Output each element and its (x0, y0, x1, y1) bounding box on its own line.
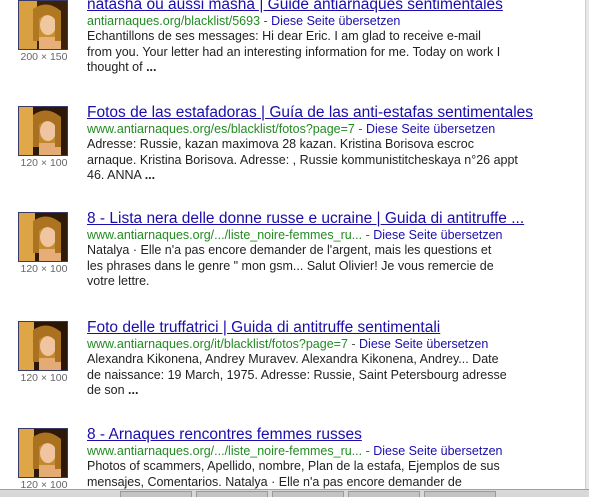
result-thumbnail-container: 200 × 150 (18, 0, 80, 63)
result-title-link[interactable]: Foto delle truffatrici | Guida di antitr… (87, 319, 587, 337)
url-separator: - (362, 228, 374, 242)
thumbnail-dimensions: 200 × 150 (20, 51, 68, 63)
result-url: www.antiarnaques.org/.../liste_noire-fem… (87, 444, 363, 458)
woman-photo-icon (19, 213, 67, 261)
snippet-line: de son ... (87, 383, 139, 397)
taskbar-button[interactable] (196, 491, 268, 497)
woman-photo-icon (19, 429, 67, 477)
woman-photo-icon (19, 1, 67, 49)
result-text: 8 - Arnaques rencontres femmes russes ww… (87, 426, 587, 490)
taskbar-button[interactable] (348, 491, 420, 497)
result-url: www.antiarnaques.org/it/blacklist/fotos?… (87, 337, 348, 351)
search-results-page: 200 × 150 natasha ou aussi masha | Guide… (0, 0, 589, 497)
taskbar-button[interactable] (272, 491, 344, 497)
result-thumbnail-container: 120 × 100 (18, 106, 80, 169)
translate-page-link[interactable]: Diese Seite übersetzen (271, 14, 400, 28)
thumbnail-dimensions: 120 × 100 (20, 157, 68, 169)
thumbnail-dimensions: 120 × 100 (20, 372, 68, 384)
snippet-line: Natalya · Elle n'a pas encore demander d… (87, 243, 492, 257)
translate-page-link[interactable]: Diese Seite übersetzen (373, 228, 502, 242)
result-thumbnail-image[interactable] (18, 321, 68, 371)
result-thumbnail-container: 120 × 100 (18, 428, 80, 491)
url-separator: - (260, 14, 272, 28)
result-thumbnail-image[interactable] (18, 428, 68, 478)
result-url-line: antiarnaques.org/blacklist/5693 - Diese … (87, 14, 587, 29)
snippet-line: from you. Your letter had an interesting… (87, 44, 501, 59)
result-text: 8 - Lista nera delle donne russe e ucrai… (87, 210, 587, 290)
snippet-line: Photos of scammers, Apellido, nombre, Pl… (87, 459, 500, 473)
result-thumbnail-container: 120 × 100 (18, 321, 80, 384)
translate-page-link[interactable]: Diese Seite übersetzen (359, 337, 488, 351)
thumbnail-dimensions: 120 × 100 (20, 263, 68, 275)
taskbar-button[interactable] (120, 491, 192, 497)
woman-photo-icon (19, 322, 67, 370)
snippet-line: 46. ANNA ... (87, 168, 156, 182)
snippet-ellipsis: ... (146, 60, 157, 74)
result-url: www.antiarnaques.org/.../liste_noire-fem… (87, 228, 363, 242)
result-title-link[interactable]: 8 - Arnaques rencontres femmes russes (87, 426, 587, 444)
snippet-line: arnaque. Kristina Borisova. Adresse: , R… (87, 152, 518, 167)
snippet-line: mensajes, Comentarios. Natalya · Elle n'… (87, 474, 462, 489)
url-separator: - (354, 122, 366, 136)
taskbar (0, 489, 589, 497)
result-title-link[interactable]: Fotos de las estafadoras | Guía de las a… (87, 104, 587, 122)
translate-page-link[interactable]: Diese Seite übersetzen (373, 444, 502, 458)
result-thumbnail-image[interactable] (18, 106, 68, 156)
result-url-line: www.antiarnaques.org/es/blacklist/fotos?… (87, 122, 587, 137)
snippet-ellipsis: ... (128, 383, 139, 397)
taskbar-button[interactable] (424, 491, 496, 497)
result-url-line: www.antiarnaques.org/it/blacklist/fotos?… (87, 337, 587, 352)
snippet-line: Alexandra Kikonena, Andrey Muravev. Alex… (87, 352, 499, 366)
result-thumbnail-container: 120 × 100 (18, 212, 80, 275)
url-separator: - (347, 337, 360, 351)
result-text: Fotos de las estafadoras | Guía de las a… (87, 104, 587, 184)
result-snippet: Adresse: Russie, kazan maximova 28 kazan… (87, 137, 557, 184)
snippet-line: thought of ... (87, 60, 157, 74)
result-url-line: www.antiarnaques.org/.../liste_noire-fem… (87, 444, 587, 459)
translate-page-link[interactable]: Diese Seite übersetzen (366, 122, 495, 136)
result-thumbnail-image[interactable] (18, 212, 68, 262)
result-thumbnail-image[interactable] (18, 0, 68, 50)
snippet-line: les phrases dans le genre " mon gsm... S… (87, 258, 494, 273)
url-separator: - (362, 444, 374, 458)
result-snippet: Echantillons de ses messages: Hi dear Er… (87, 29, 557, 76)
result-text: Foto delle truffatrici | Guida di antitr… (87, 319, 587, 399)
snippet-line: Adresse: Russie, kazan maximova 28 kazan… (87, 137, 474, 151)
snippet-ellipsis: ... (144, 168, 156, 182)
result-url-line: www.antiarnaques.org/.../liste_noire-fem… (87, 228, 587, 243)
window-right-edge (585, 0, 589, 489)
result-title-link[interactable]: 8 - Lista nera delle donne russe e ucrai… (87, 210, 587, 228)
result-url: antiarnaques.org/blacklist/5693 (87, 14, 261, 28)
woman-photo-icon (19, 107, 67, 155)
result-snippet: Photos of scammers, Apellido, nombre, Pl… (87, 459, 557, 490)
result-snippet: Alexandra Kikonena, Andrey Muravev. Alex… (87, 352, 557, 399)
result-text: natasha ou aussi masha | Guide antiarnaq… (87, 0, 587, 76)
result-snippet: Natalya · Elle n'a pas encore demander d… (87, 243, 557, 290)
result-url: www.antiarnaques.org/es/blacklist/fotos?… (87, 122, 355, 136)
snippet-line: Echantillons de ses messages: Hi dear Er… (87, 29, 481, 43)
snippet-line: de naissance: 19 March, 1975. Adresse: R… (87, 367, 507, 382)
snippet-line: votre lettre. (87, 274, 150, 288)
result-title-link[interactable]: natasha ou aussi masha | Guide antiarnaq… (87, 0, 587, 14)
